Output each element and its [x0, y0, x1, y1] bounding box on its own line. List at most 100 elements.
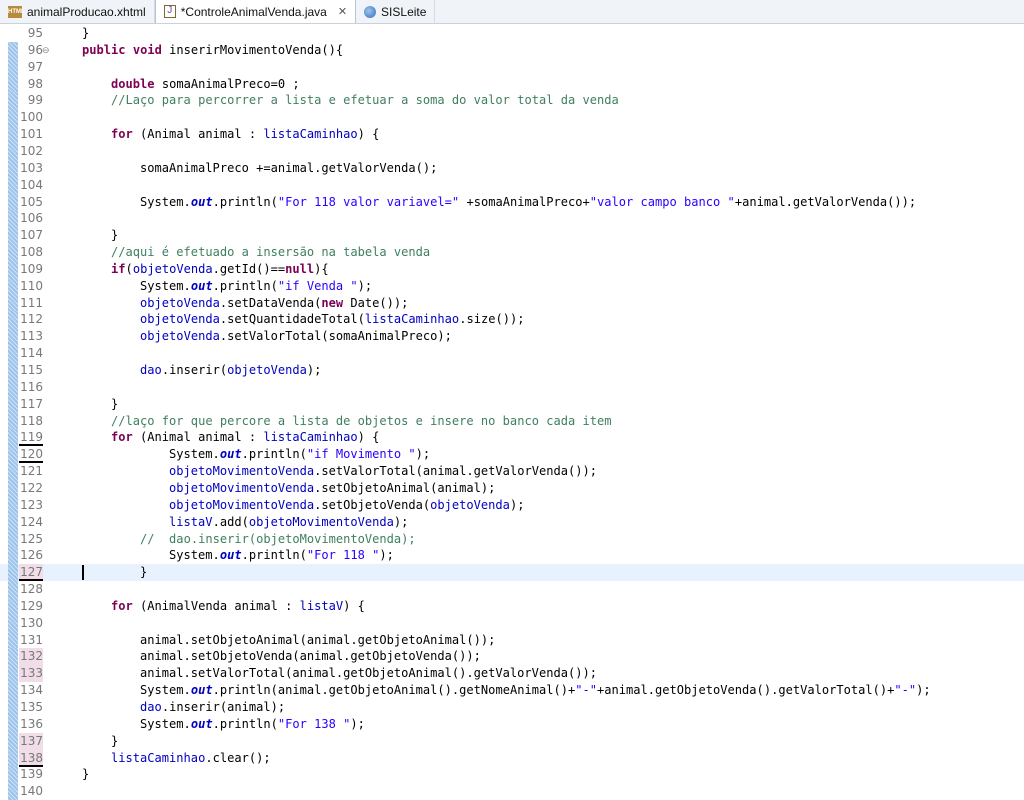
- line-number: 122: [20, 480, 43, 495]
- code-line[interactable]: 95 }: [0, 25, 1024, 42]
- code-token: somaAnimalPreco +=animal.getValorVenda()…: [53, 160, 438, 175]
- line-number: 127: [19, 564, 43, 582]
- code-line[interactable]: 96 ⊖ public void inserirMovimentoVenda(){: [0, 41, 1024, 59]
- code-line[interactable]: 134 System.out.println(animal.getObjetoA…: [0, 682, 1024, 700]
- change-ruler-marker: [8, 530, 18, 548]
- tab-animalproducaoxhtml[interactable]: HTML animalProducao.xhtml: [0, 0, 155, 23]
- code-line[interactable]: 132 animal.setObjetoVenda(animal.getObje…: [0, 648, 1024, 666]
- code-token: System.: [53, 683, 191, 698]
- line-number: 111: [20, 295, 43, 310]
- string-literal: "For 118 ": [306, 548, 380, 563]
- change-ruler-marker: [8, 294, 18, 312]
- code-text: }: [53, 25, 89, 42]
- code-line[interactable]: 119 for (Animal animal : listaCaminhao) …: [0, 429, 1024, 447]
- code-line[interactable]: 98 double somaAnimalPreco=0 ;: [0, 75, 1024, 93]
- tab-controleanimalvendajava[interactable]: J *ControleAnimalVenda.java ✕: [154, 0, 357, 23]
- line-number: 132: [19, 648, 43, 666]
- change-ruler-marker: [8, 109, 18, 127]
- code-text: objetoMovimentoVenda.setObjetoVenda(obje…: [53, 497, 524, 514]
- change-ruler-marker: [8, 715, 18, 733]
- field-name: objetoMovimentoVenda: [169, 497, 315, 512]
- code-line[interactable]: 111 objetoVenda.setDataVenda(new Date())…: [0, 294, 1024, 312]
- code-line[interactable]: 106: [0, 210, 1024, 228]
- code-line[interactable]: 102: [0, 142, 1024, 160]
- code-line[interactable]: 129 for (AnimalVenda animal : listaV) {: [0, 597, 1024, 615]
- code-line[interactable]: 118 //laço for que percore a lista de ob…: [0, 412, 1024, 430]
- line-number: 103: [20, 160, 43, 175]
- change-ruler-marker: [8, 564, 18, 582]
- code-line[interactable]: 130: [0, 614, 1024, 632]
- code-line[interactable]: 128: [0, 581, 1024, 599]
- code-token: +animal.getValorVenda());: [734, 194, 917, 209]
- line-number: 101: [20, 127, 43, 142]
- code-line[interactable]: 137 }: [0, 732, 1024, 750]
- close-tab-icon[interactable]: ✕: [338, 5, 347, 18]
- code-line[interactable]: 101 for (Animal animal : listaCaminhao) …: [0, 126, 1024, 144]
- code-line[interactable]: 117 }: [0, 395, 1024, 413]
- code-line[interactable]: 99 //Laço para percorrer a lista e efetu…: [0, 92, 1024, 110]
- code-line[interactable]: 107 }: [0, 227, 1024, 245]
- code-line[interactable]: 105 System.out.println("For 118 valor va…: [0, 193, 1024, 211]
- code-line[interactable]: 112 objetoVenda.setQuantidadeTotal(lista…: [0, 311, 1024, 329]
- code-line[interactable]: 103 somaAnimalPreco +=animal.getValorVen…: [0, 159, 1024, 177]
- code-line[interactable]: 115 dao.inserir(objetoVenda);: [0, 362, 1024, 379]
- string-literal: "if Movimento ": [306, 447, 416, 462]
- change-ruler-marker: [8, 193, 18, 211]
- code-line[interactable]: 121 objetoMovimentoVenda.setValorTotal(a…: [0, 463, 1024, 481]
- change-ruler-marker: [8, 142, 18, 160]
- code-token: .clear();: [205, 750, 271, 765]
- code-line[interactable]: 138 listaCaminhao.clear();: [0, 749, 1024, 767]
- code-token: .getId()==: [212, 261, 286, 276]
- field-name: objetoVenda: [140, 329, 220, 344]
- line-number: 126: [20, 548, 43, 563]
- keyword: new: [321, 295, 344, 310]
- keyword: for: [111, 598, 133, 613]
- code-line[interactable]: 125 // dao.inserir(objetoMovimentoVenda)…: [0, 530, 1024, 548]
- code-line[interactable]: 120 System.out.println("if Movimento ");: [0, 446, 1024, 464]
- code-token: .println(animal.getObjetoAnimal().getNom…: [212, 683, 576, 698]
- code-line[interactable]: 123 objetoMovimentoVenda.setObjetoVenda(…: [0, 496, 1024, 514]
- code-line[interactable]: 104: [0, 176, 1024, 194]
- field-name: objetoVenda: [132, 261, 213, 276]
- code-token: animal.setObjetoAnimal(animal.getObjetoA…: [53, 632, 496, 647]
- change-ruler-marker: [8, 159, 18, 177]
- string-literal: "if Venda ": [277, 278, 358, 293]
- code-line[interactable]: 113 objetoVenda.setValorTotal(somaAnimal…: [0, 328, 1024, 346]
- code-line[interactable]: 97: [0, 58, 1024, 76]
- field-name: objetoMovimentoVenda: [169, 464, 315, 479]
- code-line[interactable]: 133 animal.setValorTotal(animal.getObjet…: [0, 665, 1024, 683]
- keyword: void: [132, 42, 162, 57]
- change-ruler-marker: [8, 749, 18, 767]
- field-name: listaCaminhao: [263, 430, 358, 445]
- line-number: 112: [20, 312, 43, 327]
- code-token: ) {: [357, 430, 380, 445]
- code-line[interactable]: 139 }: [0, 766, 1024, 784]
- tab-label: animalProducao.xhtml: [27, 4, 146, 19]
- code-line[interactable]: 100: [0, 109, 1024, 127]
- tab-sisleite[interactable]: SISLeite: [356, 0, 436, 23]
- code-line[interactable]: 135 dao.inserir(animal);: [0, 699, 1024, 716]
- code-line[interactable]: 114: [0, 345, 1024, 363]
- static-field: out: [190, 716, 213, 731]
- code-line[interactable]: 126 System.out.println("For 118 ");: [0, 547, 1024, 565]
- code-line[interactable]: 122 objetoMovimentoVenda.setObjetoAnimal…: [0, 479, 1024, 497]
- code-line[interactable]: 131 animal.setObjetoAnimal(animal.getObj…: [0, 631, 1024, 649]
- code-line[interactable]: 124 listaV.add(objetoMovimentoVenda);: [0, 513, 1024, 531]
- code-line[interactable]: 136 System.out.println("For 138 ");: [0, 715, 1024, 733]
- code-line[interactable]: 109 if(objetoVenda.getId()==null){: [0, 260, 1024, 278]
- code-editor[interactable]: 95 } 96 ⊖ public void inserirMovimentoVend…: [0, 25, 1024, 800]
- change-ruler-marker: [8, 513, 18, 531]
- line-number: 121: [20, 464, 43, 479]
- code-token: somaAnimalPreco=0 ;: [154, 76, 300, 91]
- code-line[interactable]: 108 //aqui é efetuado a insersão na tabe…: [0, 244, 1024, 262]
- code-line[interactable]: 116: [0, 378, 1024, 396]
- change-ruler-marker: [8, 210, 18, 228]
- code-line[interactable]: 127 }: [0, 564, 1024, 582]
- keyword: for: [111, 127, 133, 142]
- code-text: animal.setValorTotal(animal.getObjetoAni…: [53, 665, 597, 682]
- code-line[interactable]: 110 System.out.println("if Venda ");: [0, 277, 1024, 295]
- fold-toggle-icon[interactable]: ⊖: [42, 45, 50, 56]
- code-text: animal.setObjetoAnimal(animal.getObjetoA…: [53, 632, 495, 649]
